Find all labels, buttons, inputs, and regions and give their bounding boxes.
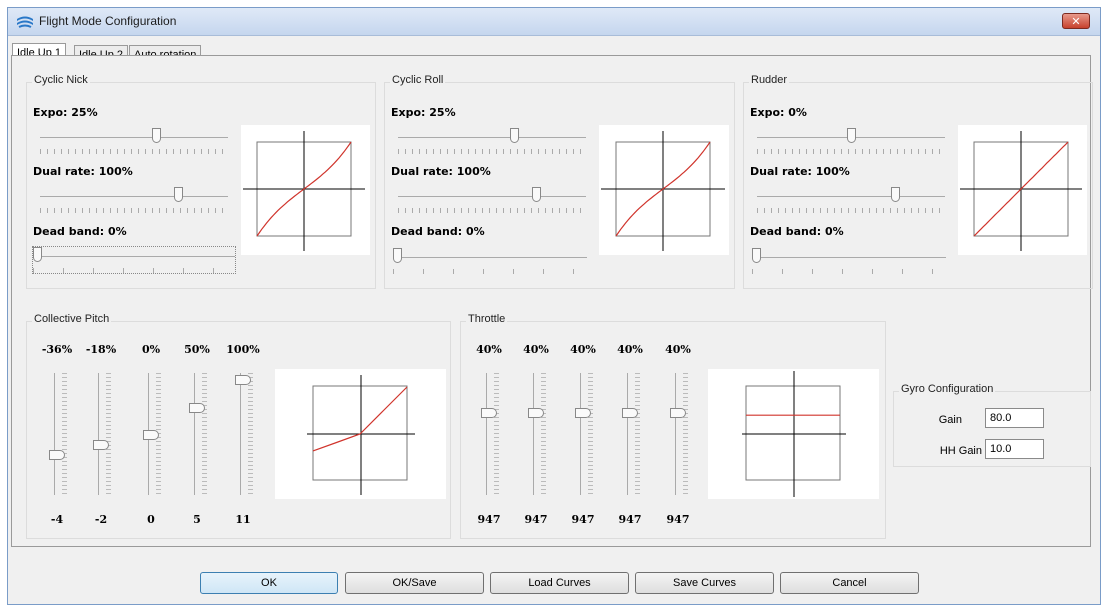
save-curves-button[interactable]: Save Curves <box>635 572 774 594</box>
cyclic-roll-dead-band-slider[interactable] <box>393 248 587 278</box>
slider-thumb[interactable] <box>235 375 251 385</box>
cyclic-nick-expo-label: Expo: 25% <box>33 106 98 119</box>
rudder-title: Rudder <box>749 74 790 86</box>
slider-thumb[interactable] <box>752 248 761 263</box>
window-title: Flight Mode Configuration <box>39 14 177 28</box>
cyclic-roll-title: Cyclic Roll <box>390 74 446 86</box>
collective-pitch-title: Collective Pitch <box>32 313 112 325</box>
throttle-point-slider[interactable] <box>481 373 503 495</box>
slider-thumb[interactable] <box>33 247 42 262</box>
throttle-percent-label: 40% <box>476 343 502 356</box>
slider-thumb[interactable] <box>509 128 519 143</box>
throttle-point-slider[interactable] <box>622 373 644 495</box>
slider-thumb[interactable] <box>891 187 901 202</box>
close-button[interactable]: ✕ <box>1062 13 1090 29</box>
close-icon: ✕ <box>1071 15 1081 28</box>
throttle-point-slider[interactable] <box>528 373 550 495</box>
hh-gain-field[interactable]: 10.0 <box>985 439 1044 459</box>
rudder-dead-band-label: Dead band: 0% <box>750 225 844 238</box>
rudder-curve-graph <box>958 125 1087 255</box>
throttle-percent-label: 40% <box>665 343 691 356</box>
ok-button[interactable]: OK <box>200 572 338 594</box>
cyclic-roll-dead-band-label: Dead band: 0% <box>391 225 485 238</box>
throttle-point-slider[interactable] <box>670 373 692 495</box>
throttle-value-label: 947 <box>618 513 642 526</box>
throttle-percent-label: 40% <box>570 343 596 356</box>
slider-thumb[interactable] <box>393 248 402 263</box>
gain-label: Gain <box>938 414 962 426</box>
collective-pitch-value-label: 11 <box>235 513 251 526</box>
slider-thumb[interactable] <box>143 430 159 440</box>
collective-pitch-percent-label: 50% <box>184 343 210 356</box>
cyclic-roll-dual-rate-label: Dual rate: 100% <box>391 165 491 178</box>
collective-pitch-point-slider[interactable] <box>143 373 165 495</box>
cyclic-nick-dual-rate-slider[interactable] <box>40 187 228 217</box>
cyclic-nick-title: Cyclic Nick <box>32 74 90 86</box>
slider-thumb[interactable] <box>670 408 686 418</box>
slider-thumb[interactable] <box>481 408 497 418</box>
app-icon <box>17 16 33 28</box>
collective-pitch-curve <box>312 386 408 452</box>
collective-pitch-curve-graph <box>275 369 446 499</box>
cyclic-roll-dual-rate-slider[interactable] <box>398 187 586 217</box>
hh-gain-label: HH Gain <box>939 445 982 457</box>
cyclic-nick-curve-graph <box>241 125 370 255</box>
gyro-configuration-title: Gyro Configuration <box>899 383 996 395</box>
slider-thumb[interactable] <box>528 408 544 418</box>
slider-thumb[interactable] <box>189 402 205 413</box>
collective-pitch-value-label: 5 <box>193 513 201 526</box>
slider-thumb[interactable] <box>532 187 542 202</box>
cyclic-nick-dead-band-label: Dead band: 0% <box>33 225 127 238</box>
collective-pitch-point-slider[interactable] <box>235 373 257 495</box>
throttle-point-slider[interactable] <box>575 373 597 495</box>
rudder-expo-slider[interactable] <box>757 128 945 158</box>
throttle-percent-label: 40% <box>617 343 643 356</box>
collective-pitch-point-slider[interactable] <box>49 373 71 495</box>
ok-save-button[interactable]: OK/Save <box>345 572 484 594</box>
slider-thumb[interactable] <box>575 408 591 418</box>
throttle-value-label: 947 <box>477 513 501 526</box>
cyclic-nick-dual-rate-label: Dual rate: 100% <box>33 165 133 178</box>
collective-pitch-value-label: -2 <box>94 513 108 526</box>
cyclic-nick-expo-slider[interactable] <box>40 128 228 158</box>
rudder-expo-label: Expo: 0% <box>750 106 807 119</box>
cyclic-roll-expo-slider[interactable] <box>398 128 586 158</box>
slider-thumb[interactable] <box>622 408 638 418</box>
rudder-dead-band-slider[interactable] <box>752 248 946 278</box>
throttle-curve-graph <box>708 369 879 499</box>
collective-pitch-value-label: 0 <box>147 513 155 526</box>
cyclic-nick-dead-band-slider[interactable] <box>32 246 236 274</box>
throttle-value-label: 947 <box>571 513 595 526</box>
gain-field[interactable]: 80.0 <box>985 408 1044 428</box>
load-curves-button[interactable]: Load Curves <box>490 572 629 594</box>
throttle-value-label: 947 <box>524 513 548 526</box>
rudder-dual-rate-slider[interactable] <box>757 187 945 217</box>
cyclic-roll-curve-graph <box>599 125 729 255</box>
slider-thumb[interactable] <box>93 439 109 450</box>
slider-thumb[interactable] <box>174 187 184 202</box>
collective-pitch-percent-label: -18% <box>85 343 117 356</box>
collective-pitch-point-slider[interactable] <box>189 373 211 495</box>
rudder-dual-rate-label: Dual rate: 100% <box>750 165 850 178</box>
slider-thumb[interactable] <box>49 449 65 460</box>
slider-thumb[interactable] <box>151 128 161 143</box>
throttle-title: Throttle <box>466 313 508 325</box>
collective-pitch-value-label: -4 <box>50 513 64 526</box>
collective-pitch-percent-label: 0% <box>141 343 161 356</box>
cyclic-roll-expo-label: Expo: 25% <box>391 106 456 119</box>
cancel-button[interactable]: Cancel <box>780 572 919 594</box>
collective-pitch-percent-label: -36% <box>41 343 73 356</box>
slider-thumb[interactable] <box>846 128 856 143</box>
throttle-value-label: 947 <box>666 513 690 526</box>
collective-pitch-point-slider[interactable] <box>93 373 115 495</box>
collective-pitch-percent-label: 100% <box>226 343 260 356</box>
throttle-percent-label: 40% <box>523 343 549 356</box>
title-bar: Flight Mode Configuration ✕ <box>8 8 1100 36</box>
